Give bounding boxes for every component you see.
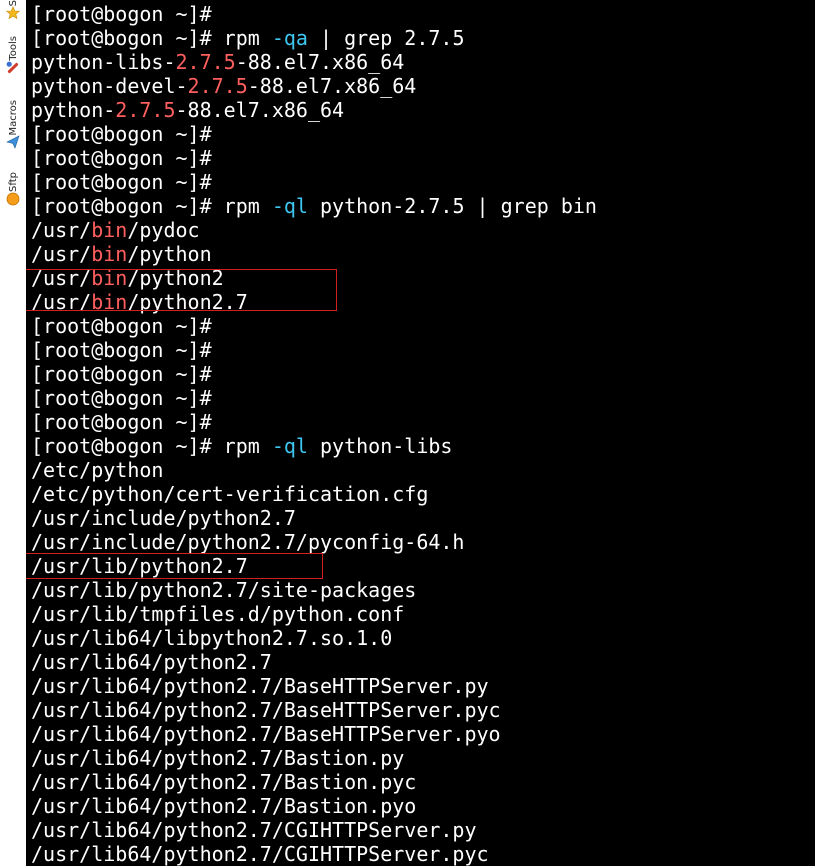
terminal-text-segment: 2.7.5	[187, 74, 248, 98]
terminal-line: [root@bogon ~]#	[31, 362, 597, 386]
terminal-text-segment: /usr/lib64/libpython2.7.so.1.0	[31, 626, 393, 650]
terminal-line: [root@bogon ~]#	[31, 146, 597, 170]
terminal-text-segment: bin	[91, 242, 128, 266]
terminal-text-segment: [root@bogon ~]#	[31, 170, 212, 194]
terminal-text-segment: /usr/lib64/python2.7/CGIHTTPServer.py	[31, 818, 477, 842]
terminal-line: [root@bogon ~]#	[31, 386, 597, 410]
terminal-line: python-devel-2.7.5-88.el7.x86_64	[31, 74, 597, 98]
terminal-line: /etc/python	[31, 458, 597, 482]
wrench-icon	[6, 61, 20, 75]
terminal-text-segment: -ql	[271, 434, 308, 458]
terminal-line: /usr/bin/python	[31, 242, 597, 266]
terminal-text-segment: python-	[31, 98, 116, 122]
terminal-line: [root@bogon ~]#	[31, 410, 597, 434]
terminal-text-segment: python-devel-	[31, 74, 188, 98]
terminal-window[interactable]: [root@bogon ~]# [root@bogon ~]# rpm -qa |…	[26, 0, 815, 866]
terminal-text-segment: /usr/lib/tmpfiles.d/python.conf	[31, 602, 405, 626]
terminal-text-segment: /usr/lib64/python2.7/Bastion.pyo	[31, 794, 417, 818]
highlight-box-bin-python	[26, 269, 337, 311]
terminal-text-segment: /python	[127, 242, 212, 266]
sidebar-tab-tools[interactable]: Tools	[1, 36, 25, 75]
terminal-text-segment: | grep 2.7.5	[307, 26, 465, 50]
terminal-text-segment: [root@bogon ~]#	[31, 146, 212, 170]
terminal-line: /usr/lib64/python2.7/CGIHTTPServer.pyc	[31, 842, 597, 866]
terminal-line: [root@bogon ~]# rpm -ql python-libs	[31, 434, 597, 458]
terminal-line: python-2.7.5-88.el7.x86_64	[31, 98, 597, 122]
terminal-text-segment: python-libs	[307, 434, 453, 458]
terminal-line: /usr/include/python2.7/pyconfig-64.h	[31, 530, 597, 554]
terminal-text-segment: 2.7.5	[175, 50, 236, 74]
terminal-text-segment: [root@bogon ~]#	[31, 314, 212, 338]
sidebar-tab-macros[interactable]: Macros	[1, 100, 25, 150]
terminal-line: [root@bogon ~]#	[31, 314, 597, 338]
terminal-text-segment: [root@bogon ~]#	[31, 2, 212, 26]
sidebar-tab-s[interactable]: S	[1, 0, 25, 20]
sidebar-tab-s-label: S	[7, 0, 19, 7]
terminal-line: /etc/python/cert-verification.cfg	[31, 482, 597, 506]
terminal-text-segment: /usr/	[31, 218, 92, 242]
terminal-line: /usr/lib64/libpython2.7.so.1.0	[31, 626, 597, 650]
terminal-output: [root@bogon ~]# [root@bogon ~]# rpm -qa |…	[31, 2, 597, 866]
terminal-line: /usr/lib/tmpfiles.d/python.conf	[31, 602, 597, 626]
terminal-line: /usr/lib64/python2.7/Bastion.pyo	[31, 794, 597, 818]
terminal-line: [root@bogon ~]# rpm -ql python-2.7.5 | g…	[31, 194, 597, 218]
terminal-text-segment: python-libs-	[31, 50, 176, 74]
terminal-line: /usr/lib64/python2.7/BaseHTTPServer.pyc	[31, 698, 597, 722]
sidebar-tab-sftp-label: Sftp	[7, 172, 19, 192]
terminal-text-segment: [root@bogon ~]# rpm	[31, 26, 272, 50]
sidebar-tab-tools-label: Tools	[7, 36, 19, 61]
terminal-text-segment: /usr/lib64/python2.7/BaseHTTPServer.pyo	[31, 722, 501, 746]
terminal-line: /usr/bin/pydoc	[31, 218, 597, 242]
sidebar-tab-macros-label: Macros	[7, 100, 19, 136]
terminal-line: [root@bogon ~]#	[31, 122, 597, 146]
terminal-text-segment: -qa	[271, 26, 308, 50]
terminal-line: /usr/lib/python2.7/site-packages	[31, 578, 597, 602]
terminal-line: /usr/lib64/python2.7/CGIHTTPServer.py	[31, 818, 597, 842]
terminal-text-segment: [root@bogon ~]#	[31, 410, 212, 434]
sftp-icon	[6, 192, 20, 206]
terminal-line: [root@bogon ~]#	[31, 170, 597, 194]
terminal-text-segment: /usr/lib/python2.7/site-packages	[31, 578, 417, 602]
terminal-text-segment: /usr/include/python2.7/pyconfig-64.h	[31, 530, 465, 554]
terminal-text-segment: /usr/lib64/python2.7	[31, 650, 272, 674]
terminal-text-segment: [root@bogon ~]#	[31, 386, 212, 410]
terminal-text-segment: [root@bogon ~]#	[31, 362, 212, 386]
terminal-text-segment: /usr/lib64/python2.7/BaseHTTPServer.py	[31, 674, 489, 698]
paper-plane-icon	[6, 135, 20, 150]
sidebar-tab-sftp[interactable]: Sftp	[1, 172, 25, 206]
terminal-text-segment: /etc/python/cert-verification.cfg	[31, 482, 429, 506]
terminal-line: /usr/lib64/python2.7	[31, 650, 597, 674]
terminal-text-segment: python-2.7.5 | grep bin	[307, 194, 597, 218]
terminal-text-segment: [root@bogon ~]#	[31, 122, 212, 146]
terminal-text-segment: /usr/lib64/python2.7/CGIHTTPServer.pyc	[31, 842, 489, 866]
highlight-box-lib-python	[26, 553, 323, 579]
terminal-line: [root@bogon ~]#	[31, 338, 597, 362]
terminal-text-segment: [root@bogon ~]# rpm	[31, 434, 272, 458]
terminal-text-segment: -88.el7.x86_64	[235, 50, 405, 74]
terminal-text-segment: [root@bogon ~]# rpm	[31, 194, 272, 218]
terminal-line: /usr/lib64/python2.7/BaseHTTPServer.py	[31, 674, 597, 698]
terminal-text-segment: /usr/lib64/python2.7/BaseHTTPServer.pyc	[31, 698, 501, 722]
terminal-line: /usr/lib64/python2.7/BaseHTTPServer.pyo	[31, 722, 597, 746]
terminal-text-segment: -88.el7.x86_64	[247, 74, 417, 98]
terminal-line: /usr/lib64/python2.7/Bastion.pyc	[31, 770, 597, 794]
terminal-text-segment: -ql	[271, 194, 308, 218]
terminal-text-segment: /pydoc	[127, 218, 200, 242]
terminal-text-segment: /usr/include/python2.7	[31, 506, 296, 530]
terminal-text-segment: [root@bogon ~]#	[31, 338, 212, 362]
terminal-text-segment: 2.7.5	[115, 98, 176, 122]
terminal-text-segment: /usr/lib64/python2.7/Bastion.pyc	[31, 770, 417, 794]
terminal-text-segment: bin	[91, 218, 128, 242]
terminal-line: /usr/lib64/python2.7/Bastion.py	[31, 746, 597, 770]
terminal-text-segment: -88.el7.x86_64	[175, 98, 345, 122]
star-icon	[6, 6, 20, 20]
terminal-line: python-libs-2.7.5-88.el7.x86_64	[31, 50, 597, 74]
side-toolbar: S Tools Macros Sftp	[0, 0, 27, 866]
terminal-text-segment: /usr/	[31, 242, 92, 266]
terminal-line: [root@bogon ~]#	[31, 2, 597, 26]
terminal-text-segment: /usr/lib64/python2.7/Bastion.py	[31, 746, 405, 770]
terminal-text-segment: /etc/python	[31, 458, 164, 482]
terminal-line: [root@bogon ~]# rpm -qa | grep 2.7.5	[31, 26, 597, 50]
terminal-line: /usr/include/python2.7	[31, 506, 597, 530]
